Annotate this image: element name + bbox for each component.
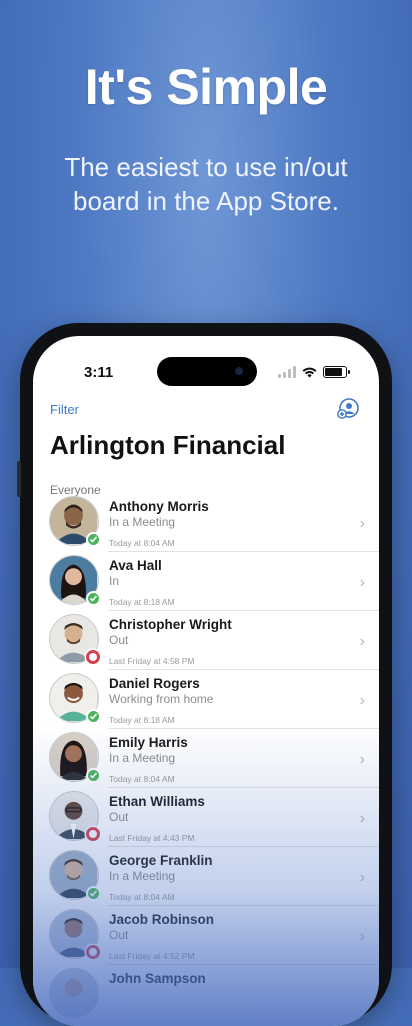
person-timestamp: Last Friday at 4:52 PM (109, 951, 195, 961)
person-status: Working from home (109, 692, 214, 706)
status-icons (278, 366, 350, 378)
hero-subtitle: The easiest to use in/out board in the A… (0, 150, 412, 218)
status-out-icon (86, 945, 100, 959)
list-item[interactable]: Ava Hall In Today at 8:18 AM › (33, 552, 379, 611)
list-item[interactable]: Christopher Wright Out Last Friday at 4:… (33, 611, 379, 670)
person-status: In a Meeting (109, 515, 176, 529)
person-name: John Sampson (109, 971, 206, 986)
status-in-icon (86, 709, 101, 724)
filter-button[interactable]: Filter (50, 402, 79, 417)
list-item[interactable]: John Sampson (33, 965, 379, 1024)
person-name: George Franklin (109, 853, 213, 868)
status-time: 3:11 (84, 364, 114, 381)
phone-side-button (17, 461, 21, 497)
chevron-right-icon: › (359, 515, 365, 532)
person-name: Emily Harris (109, 735, 188, 750)
person-timestamp: Today at 8:18 AM (109, 597, 175, 607)
chevron-right-icon: › (359, 574, 365, 591)
person-timestamp: Last Friday at 4:58 PM (109, 656, 195, 666)
dynamic-island (157, 357, 257, 386)
person-timestamp: Today at 8:04 AM (109, 538, 175, 548)
page-title: Arlington Financial (50, 430, 286, 460)
person-name: Daniel Rogers (109, 676, 200, 691)
person-name: Jacob Robinson (109, 912, 215, 927)
person-timestamp: Last Friday at 4:43 PM (109, 833, 195, 843)
list-item[interactable]: Anthony Morris In a Meeting Today at 8:0… (33, 493, 379, 552)
status-out-icon (86, 827, 100, 841)
status-in-icon (86, 591, 101, 606)
list-item[interactable]: Jacob Robinson Out Last Friday at 4:52 P… (33, 906, 379, 965)
list-item[interactable]: Daniel Rogers Working from home Today at… (33, 670, 379, 729)
person-timestamp: Today at 8:04 AM (109, 774, 175, 784)
list-item[interactable]: George Franklin In a Meeting Today at 8:… (33, 847, 379, 906)
person-name: Christopher Wright (109, 617, 232, 632)
status-in-icon (86, 532, 101, 547)
person-name: Anthony Morris (109, 499, 209, 514)
person-status: In a Meeting (109, 869, 176, 883)
add-user-icon[interactable] (337, 397, 359, 419)
status-in-icon (86, 886, 101, 901)
person-status: In (109, 574, 120, 588)
status-in-icon (86, 768, 101, 783)
hero-subtitle-line-1: The easiest to use in/out (64, 152, 348, 182)
phone-screen: 3:11 Filter Arlington Financial Everyone (33, 336, 379, 1026)
person-timestamp: Today at 8:18 AM (109, 715, 175, 725)
chevron-right-icon: › (359, 633, 365, 650)
chevron-right-icon: › (359, 692, 365, 709)
person-name: Ethan Williams (109, 794, 205, 809)
person-timestamp: Today at 8:04 AM (109, 892, 175, 902)
wifi-icon (302, 367, 317, 377)
person-status: Out (109, 810, 129, 824)
battery-icon (323, 366, 350, 378)
list-item[interactable]: Emily Harris In a Meeting Today at 8:04 … (33, 729, 379, 788)
avatar (49, 968, 99, 1018)
signal-icon (278, 366, 296, 378)
person-status: Out (109, 633, 129, 647)
person-status: In a Meeting (109, 751, 176, 765)
chevron-right-icon: › (359, 869, 365, 886)
chevron-right-icon: › (359, 928, 365, 945)
person-name: Ava Hall (109, 558, 162, 573)
chevron-right-icon: › (359, 810, 365, 827)
hero-title: It's Simple (84, 59, 328, 115)
chevron-right-icon: › (359, 751, 365, 768)
person-status: Out (109, 928, 129, 942)
status-out-icon (86, 650, 100, 664)
phone-frame: 3:11 Filter Arlington Financial Everyone (17, 323, 392, 1026)
hero-subtitle-line-2: board in the App Store. (73, 186, 339, 216)
list-item[interactable]: Ethan Williams Out Last Friday at 4:43 P… (33, 788, 379, 847)
